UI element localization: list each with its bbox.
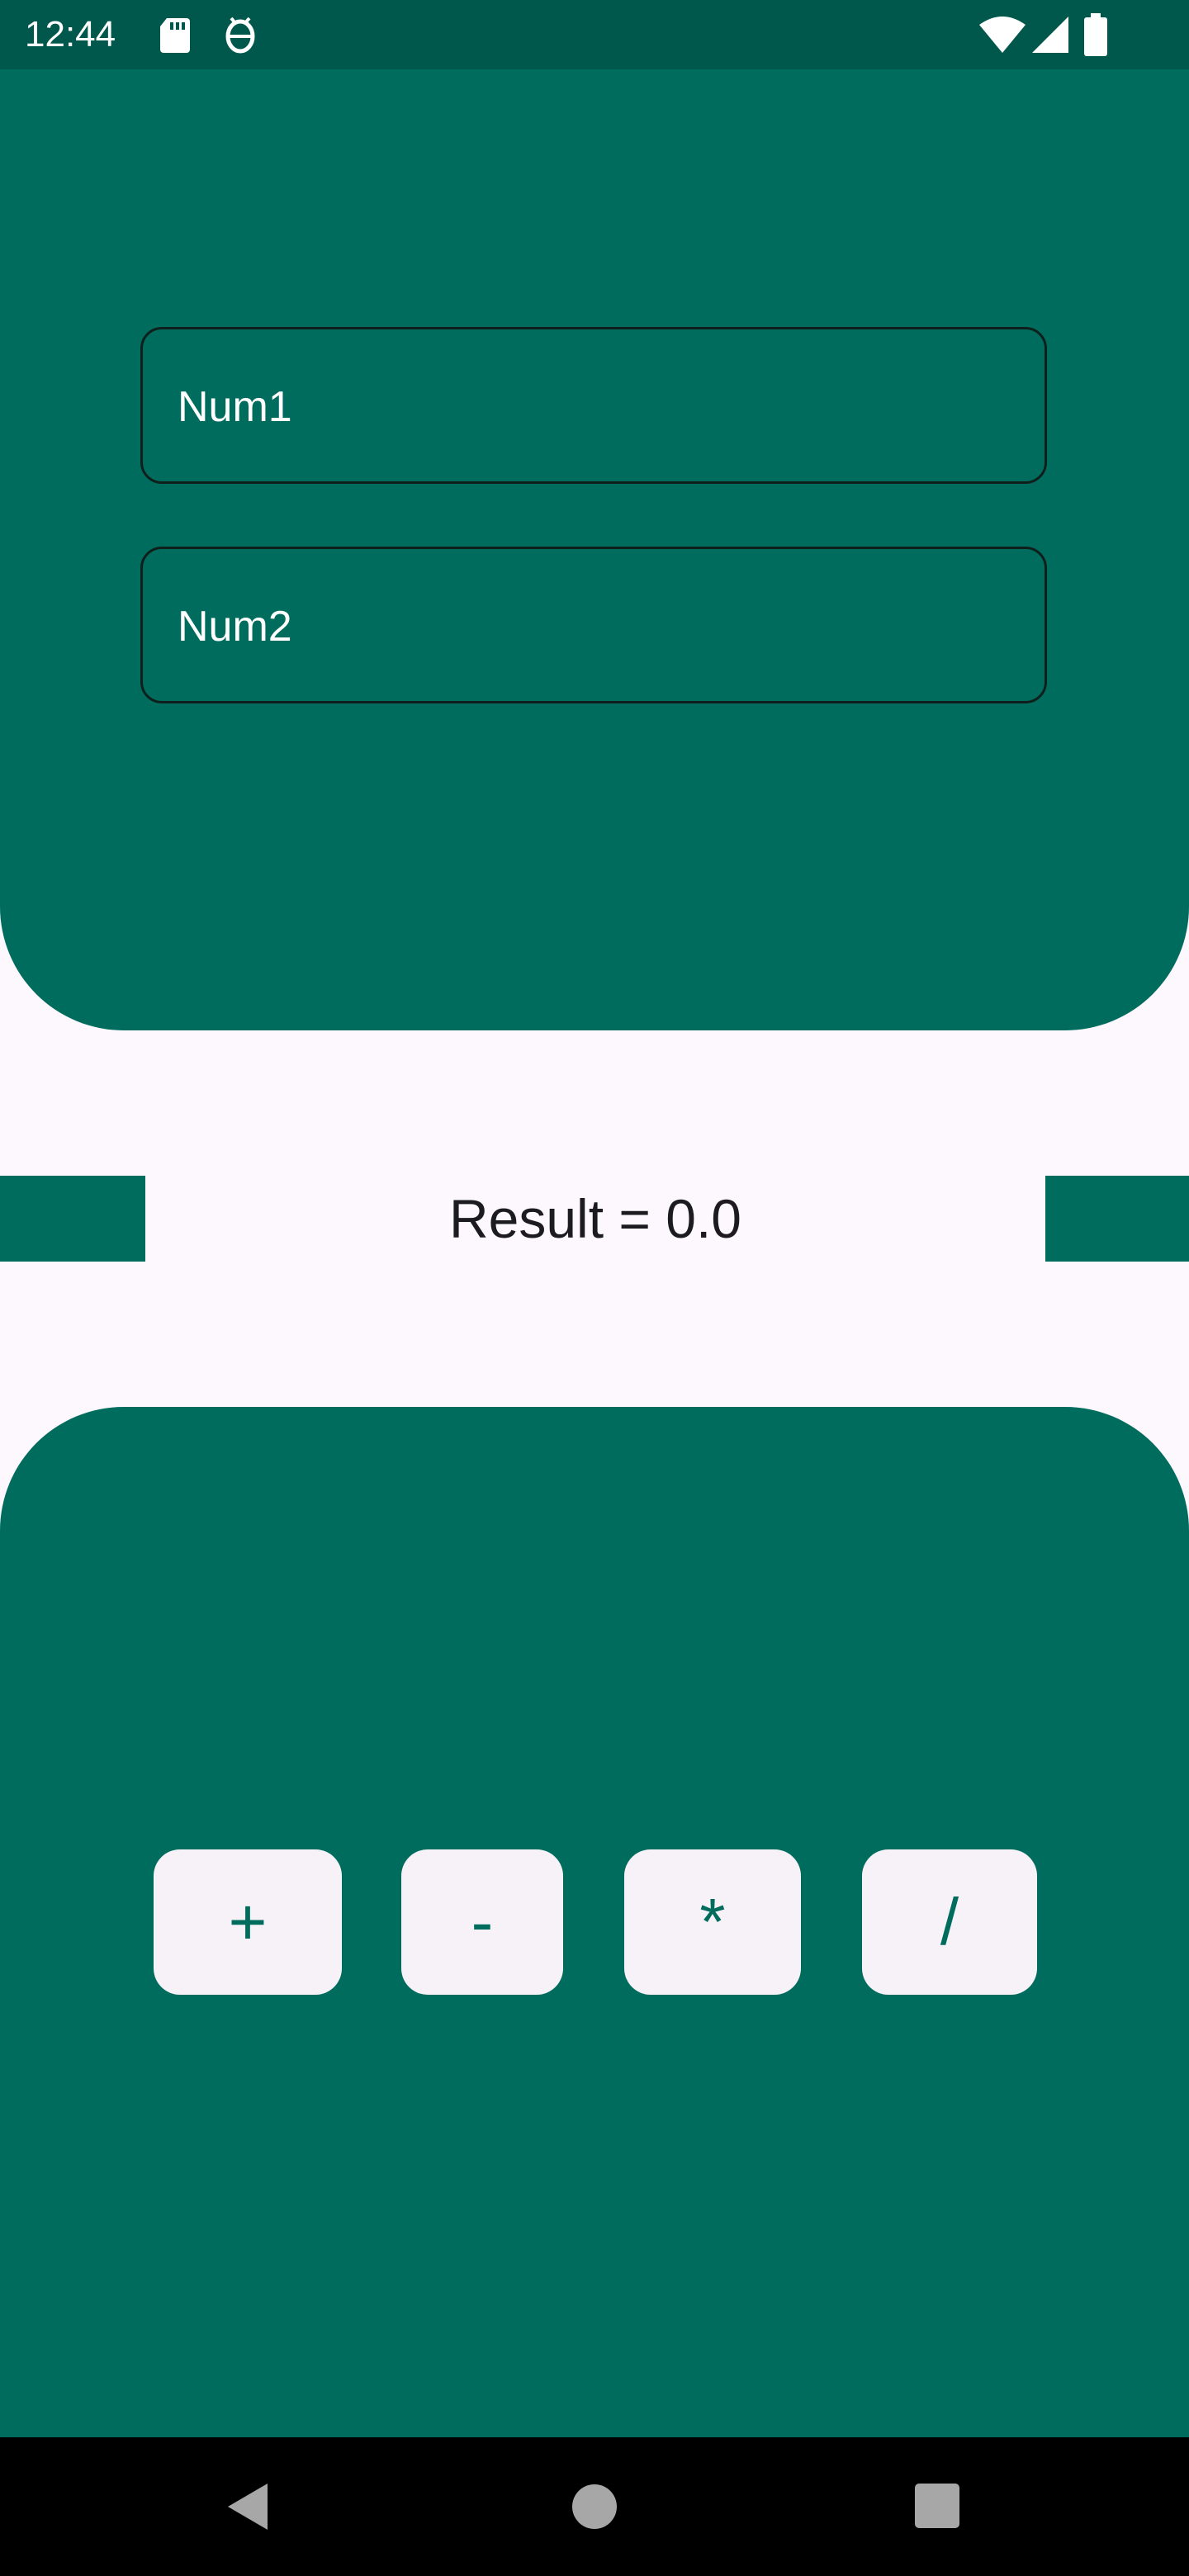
num2-placeholder: Num2 bbox=[178, 603, 292, 651]
recents-icon[interactable] bbox=[915, 2484, 959, 2528]
result-band-right bbox=[1045, 1176, 1189, 1262]
battery-icon bbox=[1084, 13, 1107, 56]
status-time: 12:44 bbox=[25, 14, 116, 54]
divide-button[interactable]: / bbox=[862, 1849, 1037, 1995]
result-text: Result = 0.0 bbox=[448, 1188, 742, 1249]
num1-input[interactable]: Num1 bbox=[140, 327, 1047, 484]
subtract-button[interactable]: - bbox=[401, 1849, 563, 1995]
result-band-left bbox=[0, 1176, 145, 1262]
back-icon[interactable] bbox=[225, 2482, 271, 2531]
signal-icon bbox=[1032, 17, 1068, 53]
home-icon[interactable] bbox=[571, 2484, 618, 2530]
android-debug-icon bbox=[225, 17, 255, 54]
wifi-icon bbox=[979, 17, 1026, 53]
add-button[interactable]: + bbox=[154, 1849, 342, 1995]
multiply-button[interactable]: * bbox=[624, 1849, 801, 1995]
num1-placeholder: Num1 bbox=[178, 383, 292, 431]
status-bar: 12:44 bbox=[0, 0, 1189, 69]
num2-input[interactable]: Num2 bbox=[140, 547, 1047, 703]
sd-card-icon bbox=[160, 18, 190, 53]
